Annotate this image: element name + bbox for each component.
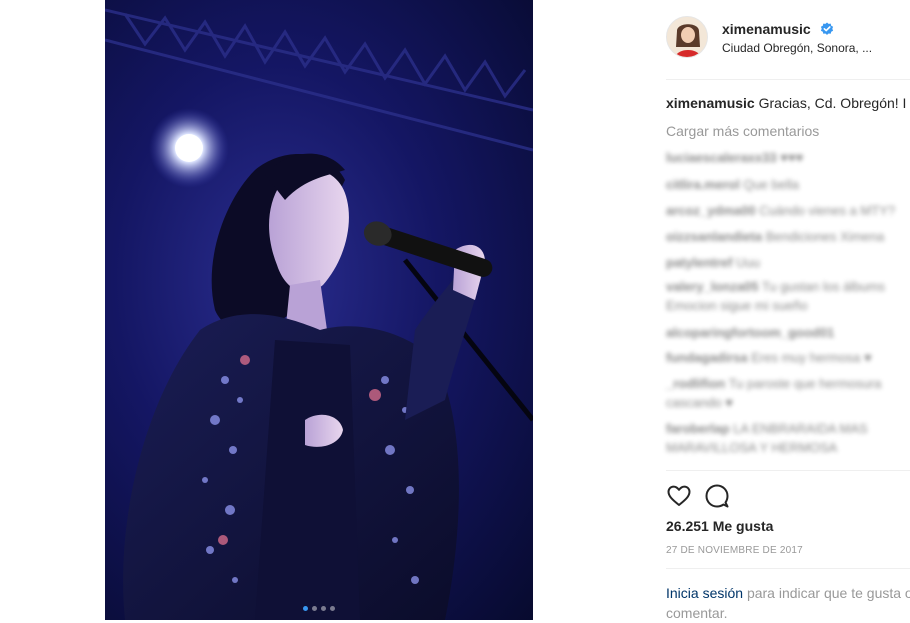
footer-divider bbox=[666, 568, 910, 569]
comment: _rodlifion Tu paroste que hermosura bbox=[666, 376, 881, 391]
avatar-image bbox=[667, 17, 707, 57]
comment: fundagadirsa Eres muy hermosa ♥ bbox=[666, 350, 872, 365]
comment: patylentref Uuu bbox=[666, 255, 760, 270]
comment-user[interactable]: luciaescaleraxx33 bbox=[666, 150, 777, 165]
comment: arcoz_ydma00 Cuándo vienes a MTY? bbox=[666, 203, 895, 218]
comment-text: Que bella bbox=[743, 177, 799, 192]
comment-user[interactable]: _rodlifion bbox=[666, 376, 725, 391]
comment-user[interactable]: citlira.merol bbox=[666, 177, 740, 192]
load-more-comments-button[interactable]: Cargar más comentarios bbox=[666, 123, 819, 139]
verified-badge-icon bbox=[820, 22, 833, 35]
carousel-indicator bbox=[105, 598, 533, 616]
comment-user[interactable]: oizzsanlandieta bbox=[666, 229, 762, 244]
comment-text: LA ENBRARAIDA MAS bbox=[733, 421, 868, 436]
header-divider bbox=[666, 79, 910, 80]
caption-text: Gracias, Cd. Obregón! I bbox=[758, 95, 907, 111]
comment-text: Cuándo vienes a MTY? bbox=[759, 203, 896, 218]
heart-icon[interactable] bbox=[666, 483, 692, 509]
comment: valery_lonza05 Tu gustan los álbums bbox=[666, 279, 885, 294]
comment: luciaescaleraxx33 ♥♥♥ bbox=[666, 150, 803, 165]
post-sidebar: ximenamusic Ciudad Obregón, Sonora, ... … bbox=[666, 0, 910, 623]
comment: alcoparingfortoom_good01 bbox=[666, 325, 834, 340]
comment-text: Eres muy hermosa ♥ bbox=[751, 350, 872, 365]
avatar[interactable] bbox=[666, 16, 708, 58]
login-prompt: Inicia sesión para indicar que te gusta … bbox=[666, 583, 910, 623]
username-text[interactable]: ximenamusic bbox=[722, 21, 811, 37]
comment: oizzsanlandieta Bendiciones Ximena bbox=[666, 229, 884, 244]
comment-text: Emocion sigue mi sueño bbox=[666, 298, 808, 313]
comment-text: cascando ♥ bbox=[666, 395, 733, 410]
comment-text: Bendiciones Ximena bbox=[765, 229, 885, 244]
comment-user[interactable]: patylentref bbox=[666, 255, 732, 270]
comment-user[interactable]: valery_lonza05 bbox=[666, 279, 759, 294]
post-caption: ximenamusic Gracias, Cd. Obregón! I bbox=[666, 95, 906, 111]
carousel-dot-active bbox=[303, 606, 308, 611]
comment: faroberlap LA ENBRARAIDA MAS bbox=[666, 421, 868, 436]
comment: MARAVILLOSA Y HERMOSA bbox=[666, 440, 837, 455]
login-link[interactable]: Inicia sesión bbox=[666, 585, 743, 601]
carousel-dot bbox=[330, 606, 335, 611]
comment-text: Uuu bbox=[736, 255, 760, 270]
caption-username[interactable]: ximenamusic bbox=[666, 95, 755, 111]
concert-photo-illustration bbox=[105, 8, 533, 620]
comment-icon[interactable] bbox=[704, 483, 730, 509]
post-author[interactable]: ximenamusic bbox=[722, 21, 834, 37]
comment-user[interactable]: fundagadirsa bbox=[666, 350, 748, 365]
comment: cascando ♥ bbox=[666, 395, 733, 410]
comments-divider bbox=[666, 470, 910, 471]
comment-text: Tu gustan los álbums bbox=[761, 279, 885, 294]
comment-user[interactable]: faroberlap bbox=[666, 421, 730, 436]
comment-text: ♥♥♥ bbox=[780, 150, 804, 165]
post-actions bbox=[666, 483, 742, 509]
comment-user[interactable]: arcoz_ydma00 bbox=[666, 203, 756, 218]
comment: citlira.merol Que bella bbox=[666, 177, 799, 192]
comment-text: MARAVILLOSA Y HERMOSA bbox=[666, 440, 838, 455]
comment: Emocion sigue mi sueño bbox=[666, 298, 808, 313]
carousel-dot bbox=[321, 606, 326, 611]
post-location[interactable]: Ciudad Obregón, Sonora, ... bbox=[722, 41, 872, 55]
post-date[interactable]: 27 DE NOVIEMBRE DE 2017 bbox=[666, 545, 803, 556]
post-photo[interactable] bbox=[105, 0, 533, 620]
like-count[interactable]: 26.251 Me gusta bbox=[666, 518, 773, 534]
comment-text: Tu paroste que hermosura bbox=[728, 376, 882, 391]
carousel-dot bbox=[312, 606, 317, 611]
comment-user[interactable]: alcoparingfortoom_good01 bbox=[666, 325, 834, 340]
